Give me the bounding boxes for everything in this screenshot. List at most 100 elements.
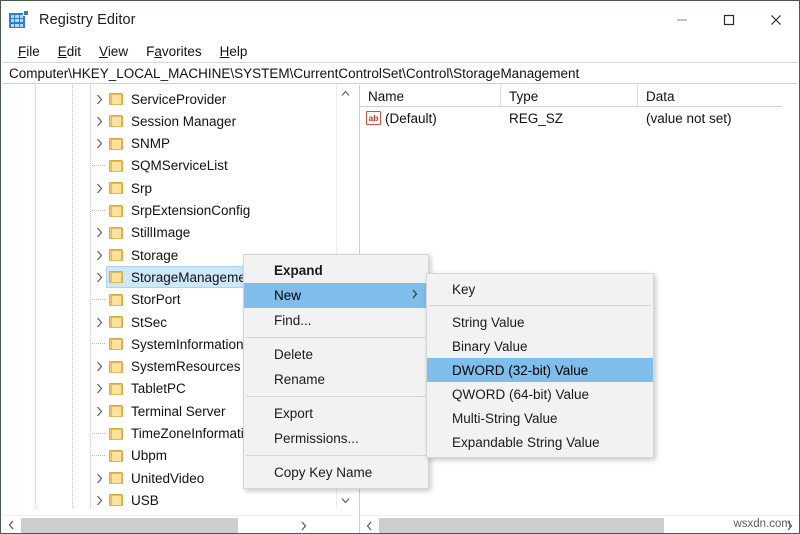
watermark: wsxdn.com [733, 518, 791, 530]
submenu-item-key[interactable]: Key [427, 277, 653, 301]
column-header-data[interactable]: Data [638, 85, 799, 107]
folder-icon [108, 181, 126, 195]
scroll-thumb[interactable] [21, 518, 238, 533]
tree-horizontal-scrollbar[interactable] [2, 515, 353, 534]
context-menu-item-find[interactable]: Find... [244, 308, 428, 333]
context-menu-item-label: New [274, 288, 302, 303]
chevron-right-icon[interactable] [90, 356, 108, 378]
tree-item-label: StorageManagement [131, 269, 258, 285]
tree-connector [90, 445, 108, 467]
menu-help[interactable]: Help [211, 42, 257, 61]
submenu-item-qword-64-bit-value[interactable]: QWORD (64-bit) Value [427, 382, 653, 406]
close-icon[interactable] [752, 1, 799, 39]
tree-item-label: SrpExtensionConfig [131, 203, 251, 218]
chevron-right-icon[interactable] [90, 400, 108, 422]
chevron-right-icon[interactable] [90, 467, 108, 489]
tree-item-sqmservicelist[interactable]: SQMServiceList [90, 155, 310, 177]
context-menu-item-label: Expand [274, 263, 323, 278]
menu-favorites[interactable]: Favorites [137, 42, 211, 61]
chevron-right-icon[interactable] [90, 133, 108, 155]
menu-separator [246, 396, 426, 397]
submenu-item-dword-32-bit-value[interactable]: DWORD (32-bit) Value [427, 358, 653, 382]
tree-item-srp[interactable]: Srp [90, 177, 310, 199]
address-bar[interactable]: Computer\HKEY_LOCAL_MACHINE\SYSTEM\Curre… [2, 62, 798, 84]
submenu-item-expandable-string-value[interactable]: Expandable String Value [427, 430, 653, 454]
menu-separator [246, 337, 426, 338]
tree-item-snmp[interactable]: SNMP [90, 133, 310, 155]
scroll-left-icon[interactable] [2, 516, 21, 534]
value-name-cell: ab (Default) [360, 107, 501, 129]
folder-icon [108, 471, 126, 485]
scroll-right-icon[interactable] [294, 516, 313, 533]
chevron-right-icon[interactable] [90, 489, 108, 509]
tree-item-label: SystemResources [131, 359, 241, 375]
column-header-type[interactable]: Type [501, 85, 638, 107]
context-menu-item-export[interactable]: Export [244, 401, 428, 426]
scroll-thumb[interactable] [379, 518, 664, 533]
submenu-item-binary-value[interactable]: Binary Value [427, 334, 653, 358]
folder-icon [108, 114, 126, 128]
tree-item-session-manager[interactable]: Session Manager [90, 110, 310, 132]
scroll-up-icon[interactable] [337, 85, 354, 102]
context-menu-item-label: Delete [274, 347, 314, 362]
tree-item-label: ServiceProvider [131, 91, 227, 107]
chevron-right-icon[interactable] [90, 110, 108, 132]
column-header-name[interactable]: Name [360, 85, 501, 107]
tree-item-label: SystemInformation [131, 336, 244, 352]
window-title: Registry Editor [39, 12, 136, 28]
tree-item-usb[interactable]: USB [90, 489, 310, 509]
folder-icon [108, 270, 126, 284]
folder-icon [108, 404, 126, 418]
tree-item-serviceprovider[interactable]: ServiceProvider [90, 88, 310, 110]
scroll-left-icon[interactable] [360, 516, 379, 533]
tree-item-stillimage[interactable]: StillImage [90, 222, 310, 244]
context-menu-item-label: Copy Key Name [274, 465, 373, 480]
context-menu-item-delete[interactable]: Delete [244, 342, 428, 367]
chevron-right-icon[interactable] [90, 88, 108, 110]
tree-item-label: SNMP [131, 136, 171, 152]
folder-icon [108, 382, 126, 396]
folder-icon [108, 427, 126, 441]
chevron-right-icon[interactable] [90, 222, 108, 244]
chevron-right-icon[interactable] [90, 244, 108, 266]
context-menu-item-permissions[interactable]: Permissions... [244, 426, 428, 451]
tree-item-srpextensionconfig[interactable]: SrpExtensionConfig [90, 200, 310, 222]
context-menu-item-label: Rename [274, 372, 326, 387]
tree-guide-line [35, 85, 36, 509]
folder-icon [108, 337, 126, 351]
folder-icon [108, 360, 126, 374]
chevron-right-icon[interactable] [90, 266, 108, 288]
chevron-right-icon[interactable] [90, 311, 108, 333]
tree-connector [90, 423, 108, 445]
context-menu-item-copy-key-name[interactable]: Copy Key Name [244, 460, 428, 485]
context-menu-item-expand[interactable]: Expand [244, 258, 428, 283]
tree-item-label: Ubpm [131, 448, 168, 464]
folder-icon [108, 449, 126, 463]
registry-editor-window: Registry Editor File Edit View Favorites… [0, 0, 800, 534]
tree-connector [90, 333, 108, 355]
context-menu-item-new[interactable]: New [244, 283, 428, 308]
tree-item-label: UnitedVideo [131, 470, 205, 486]
submenu-item-string-value[interactable]: String Value [427, 310, 653, 334]
menu-edit[interactable]: Edit [49, 42, 90, 61]
chevron-right-icon[interactable] [90, 378, 108, 400]
tree-item-label: Srp [131, 180, 153, 196]
minimize-icon[interactable] [658, 1, 705, 39]
folder-icon [108, 493, 126, 507]
context-menu: Expand New Find... Delete Rename Export Permis… [243, 254, 429, 489]
value-row[interactable]: ab (Default) REG_SZ (value not set) [360, 107, 799, 129]
menu-view[interactable]: View [90, 42, 137, 61]
maximize-icon[interactable] [705, 1, 752, 39]
menu-file[interactable]: File [9, 42, 49, 61]
tree-item-label: Storage [131, 247, 179, 263]
value-name-label: (Default) [385, 110, 437, 126]
submenu-item-multi-string-value[interactable]: Multi-String Value [427, 406, 653, 430]
scroll-down-icon[interactable] [337, 492, 354, 509]
context-menu-item-rename[interactable]: Rename [244, 367, 428, 392]
chevron-right-icon[interactable] [90, 177, 108, 199]
values-vertical-scrollbar[interactable] [782, 85, 799, 509]
context-submenu-new: Key String Value Binary Value DWORD (32-bit… [426, 273, 654, 458]
context-menu-item-label: Permissions... [274, 431, 359, 446]
tree-item-label: StSec [131, 314, 168, 330]
values-column-header: Name Type Data [360, 85, 799, 107]
